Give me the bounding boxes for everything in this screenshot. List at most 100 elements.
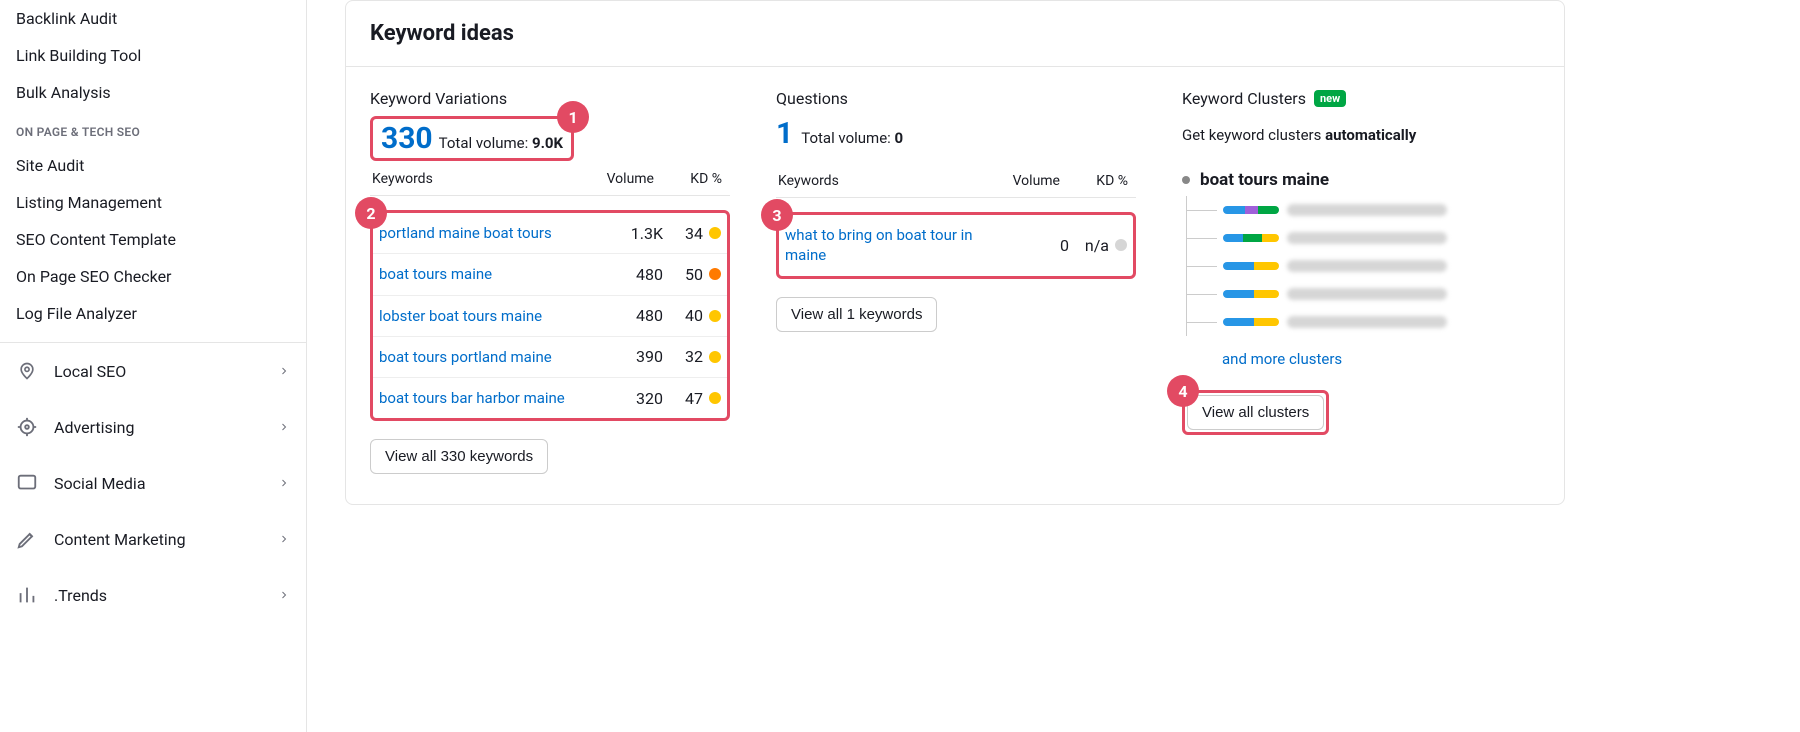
- card-header: Keyword ideas: [346, 1, 1564, 67]
- chevron-right-icon: [278, 477, 290, 489]
- cluster-branch[interactable]: [1223, 252, 1540, 280]
- header-volume: Volume: [990, 173, 1060, 189]
- volume-value: 480: [593, 306, 663, 325]
- sidebar-category-local-seo[interactable]: Local SEO: [0, 343, 306, 399]
- kd-value: 34: [663, 224, 721, 243]
- header-keywords: Keywords: [778, 173, 990, 189]
- cluster-bars-icon: [1223, 206, 1279, 214]
- kd-difficulty-dot-icon: [709, 268, 721, 280]
- cluster-branch[interactable]: [1223, 224, 1540, 252]
- annotation-badge-4: 4: [1167, 375, 1199, 407]
- table-row: what to bring on boat tour in maine0n/a: [779, 215, 1133, 276]
- sidebar-category-content-marketing[interactable]: Content Marketing: [0, 511, 306, 567]
- sidebar-category-social-media[interactable]: Social Media: [0, 455, 306, 511]
- sidebar-category-label: Local SEO: [54, 362, 262, 381]
- sidebar-item-log-file-analyzer[interactable]: Log File Analyzer: [0, 295, 306, 332]
- keyword-variations-column: Keyword Variations 1 330 Total volume: 9…: [370, 89, 730, 474]
- questions-rows-highlight: 3 what to bring on boat tour in maine0n/…: [776, 212, 1136, 279]
- target-icon: [16, 416, 38, 438]
- cluster-root[interactable]: boat tours maine: [1182, 170, 1540, 190]
- cluster-bars-icon: [1223, 290, 1279, 298]
- sidebar-category-label: Content Marketing: [54, 530, 262, 549]
- keyword-link[interactable]: boat tours bar harbor maine: [379, 388, 593, 408]
- volume-value: 320: [593, 389, 663, 408]
- kd-difficulty-dot-icon: [709, 351, 721, 363]
- table-row: boat tours portland maine39032: [373, 337, 727, 378]
- cluster-branch[interactable]: [1223, 196, 1540, 224]
- column-heading: Keyword Variations: [370, 89, 730, 108]
- header-kd: KD %: [654, 171, 728, 187]
- sidebar: Backlink Audit Link Building Tool Bulk A…: [0, 0, 307, 732]
- sidebar-category-advertising[interactable]: Advertising: [0, 399, 306, 455]
- kd-difficulty-dot-icon: [709, 392, 721, 404]
- header-kd: KD %: [1060, 173, 1134, 189]
- main-content: Keyword ideas Keyword Variations 1 330 T…: [307, 0, 1800, 732]
- table-row: boat tours bar harbor maine32047: [373, 378, 727, 418]
- column-heading: Questions: [776, 89, 1136, 108]
- sidebar-category-label: Advertising: [54, 418, 262, 437]
- keyword-ideas-card: Keyword ideas Keyword Variations 1 330 T…: [345, 0, 1565, 505]
- sidebar-item-site-audit[interactable]: Site Audit: [0, 147, 306, 184]
- more-clusters-link[interactable]: and more clusters: [1222, 342, 1342, 376]
- header-volume: Volume: [584, 171, 654, 187]
- questions-volume-label: Total volume: 0: [801, 129, 903, 147]
- keyword-link[interactable]: boat tours portland maine: [379, 347, 593, 367]
- annotation-badge-2: 2: [355, 197, 387, 229]
- annotation-badge-3: 3: [761, 199, 793, 231]
- kd-difficulty-dot-icon: [709, 310, 721, 322]
- pencil-icon: [16, 528, 38, 550]
- sidebar-category-trends[interactable]: .Trends: [0, 567, 306, 623]
- keyword-link[interactable]: boat tours maine: [379, 264, 593, 284]
- cluster-bars-icon: [1223, 318, 1279, 326]
- cluster-root-label: boat tours maine: [1200, 170, 1329, 190]
- blurred-keyword-placeholder: [1287, 232, 1447, 244]
- view-all-questions-button[interactable]: View all 1 keywords: [776, 297, 937, 332]
- variations-count[interactable]: 330: [381, 121, 433, 156]
- column-heading: Keyword Clusters: [1182, 89, 1306, 108]
- variations-table-header: Keywords Volume KD %: [370, 161, 730, 196]
- kd-value: 50: [663, 265, 721, 284]
- cluster-tree: boat tours maine and more clusters: [1182, 170, 1540, 376]
- keyword-link[interactable]: lobster boat tours maine: [379, 306, 593, 326]
- kd-value: 40: [663, 306, 721, 325]
- new-badge: new: [1314, 90, 1346, 107]
- sidebar-section-header: ON PAGE & TECH SEO: [0, 111, 306, 147]
- blurred-keyword-placeholder: [1287, 260, 1447, 272]
- view-all-variations-button[interactable]: View all 330 keywords: [370, 439, 548, 474]
- kd-value: 32: [663, 347, 721, 366]
- volume-value: 480: [593, 265, 663, 284]
- questions-column: Questions 1 Total volume: 0 Keywords Vol…: [776, 89, 1136, 474]
- chevron-right-icon: [278, 589, 290, 601]
- card-title: Keyword ideas: [370, 21, 1540, 46]
- variations-rows-highlight: 2 portland maine boat tours1.3K34boat to…: [370, 210, 730, 421]
- variations-volume-label: Total volume: 9.0K: [439, 134, 563, 152]
- blurred-keyword-placeholder: [1287, 204, 1447, 216]
- view-all-clusters-button[interactable]: View all clusters: [1187, 395, 1324, 430]
- keyword-link[interactable]: portland maine boat tours: [379, 223, 593, 243]
- cluster-branch[interactable]: [1223, 280, 1540, 308]
- questions-table-header: Keywords Volume KD %: [776, 163, 1136, 198]
- chevron-right-icon: [278, 533, 290, 545]
- sidebar-item-bulk-analysis[interactable]: Bulk Analysis: [0, 74, 306, 111]
- volume-value: 0: [999, 236, 1069, 255]
- sidebar-item-listing-management[interactable]: Listing Management: [0, 184, 306, 221]
- cluster-bars-icon: [1223, 234, 1279, 242]
- pin-icon: [16, 360, 38, 382]
- keyword-link[interactable]: what to bring on boat tour in maine: [785, 225, 999, 266]
- bar-chart-icon: [16, 584, 38, 606]
- keyword-clusters-column: Keyword Clusters new Get keyword cluster…: [1182, 89, 1540, 474]
- chat-icon: [16, 472, 38, 494]
- root-bullet-icon: [1182, 176, 1190, 184]
- sidebar-item-link-building[interactable]: Link Building Tool: [0, 37, 306, 74]
- sidebar-item-seo-content-template[interactable]: SEO Content Template: [0, 221, 306, 258]
- cluster-branch[interactable]: [1223, 308, 1540, 336]
- chevron-right-icon: [278, 365, 290, 377]
- volume-value: 1.3K: [593, 224, 663, 243]
- sidebar-category-label: .Trends: [54, 586, 262, 605]
- sidebar-item-on-page-seo-checker[interactable]: On Page SEO Checker: [0, 258, 306, 295]
- questions-count[interactable]: 1: [776, 116, 793, 151]
- table-row: lobster boat tours maine48040: [373, 296, 727, 337]
- blurred-keyword-placeholder: [1287, 316, 1447, 328]
- view-all-clusters-highlight: 4 View all clusters: [1182, 390, 1329, 435]
- sidebar-item-backlink-audit[interactable]: Backlink Audit: [0, 0, 306, 37]
